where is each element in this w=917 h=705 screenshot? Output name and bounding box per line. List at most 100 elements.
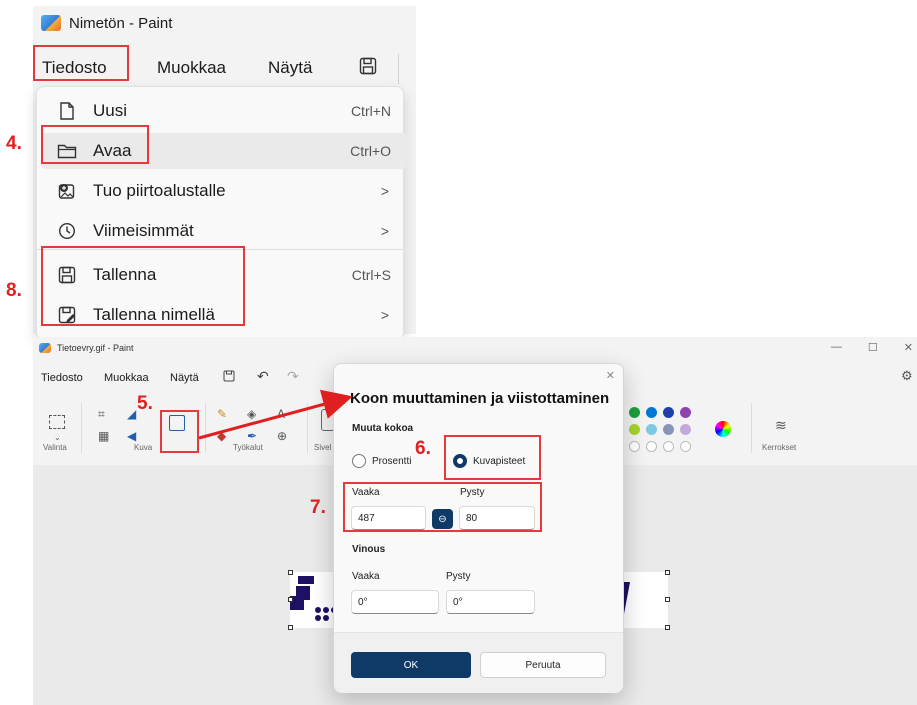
- highlight-avaa: [41, 125, 149, 164]
- text-icon[interactable]: A: [277, 407, 285, 421]
- paint-app-icon: [41, 15, 61, 31]
- clock-icon: [57, 221, 77, 241]
- pencil-icon[interactable]: ✎: [217, 407, 227, 421]
- ribbon-divider: [751, 403, 752, 453]
- highlight-tallenna: [41, 246, 245, 326]
- save-icon[interactable]: [223, 370, 235, 385]
- palette-color[interactable]: [680, 407, 691, 418]
- title-bar: Tietoevry.gif - Paint: [39, 343, 134, 353]
- step-number-4: 4.: [6, 133, 22, 154]
- menu-item-label: Viimeisimmät: [93, 221, 194, 240]
- close-icon[interactable]: ✕: [606, 369, 615, 382]
- shortcut-label: Ctrl+O: [350, 143, 391, 159]
- dialog-title: Koon muuttaminen ja viistottaminen: [350, 390, 610, 407]
- magnifier-icon[interactable]: ⊕: [277, 429, 287, 443]
- window-controls: — ☐ ✕: [831, 341, 913, 354]
- menu-item-label: Uusi: [93, 101, 128, 120]
- skew-vertical-input[interactable]: 0°: [446, 590, 535, 614]
- highlight-kuvapisteet: [444, 435, 541, 480]
- resize-handle[interactable]: [288, 625, 293, 630]
- title-bar: Nimetön - Paint: [41, 12, 172, 34]
- skew-vertical-label: Pysty: [446, 571, 471, 582]
- palette-color[interactable]: [663, 407, 674, 418]
- group-label-sivel: Sivel: [314, 443, 332, 452]
- select-all-icon[interactable]: ▦: [98, 429, 109, 443]
- crop-icon[interactable]: ⌗: [98, 407, 105, 422]
- ok-button[interactable]: OK: [351, 652, 471, 678]
- settings-gear-icon[interactable]: ⚙: [901, 368, 913, 384]
- menu-item-viimeisimmat[interactable]: Viimeisimmät >: [41, 213, 407, 249]
- shortcut-label: Ctrl+N: [350, 103, 391, 119]
- undo-icon[interactable]: ↶: [257, 368, 269, 385]
- selection-icon[interactable]: [49, 415, 65, 429]
- close-button[interactable]: ✕: [904, 341, 913, 354]
- step-number-7: 7.: [310, 497, 326, 518]
- toolbar-divider: [398, 54, 399, 84]
- menu-nayta[interactable]: Näytä: [170, 372, 199, 384]
- chevron-down-icon[interactable]: ⌄: [54, 433, 61, 442]
- ribbon-divider: [81, 403, 82, 453]
- highlight-size-inputs: [343, 482, 542, 532]
- eraser-icon[interactable]: ◆: [217, 429, 226, 443]
- menu-muokkaa[interactable]: Muokkaa: [157, 58, 226, 78]
- resize-handle[interactable]: [665, 597, 670, 602]
- resize-section-heading: Muuta kokoa: [352, 423, 414, 434]
- chevron-right-icon: >: [380, 183, 389, 199]
- color-picker-icon[interactable]: ✒: [247, 429, 257, 443]
- group-label-tyokalut: Työkalut: [233, 443, 263, 452]
- fill-bucket-icon[interactable]: ◈: [247, 407, 256, 421]
- menu-nayta[interactable]: Näytä: [268, 58, 312, 78]
- palette-color[interactable]: [646, 424, 657, 435]
- palette-color[interactable]: [629, 424, 640, 435]
- resize-handle[interactable]: [665, 625, 670, 630]
- dialog-footer: OK Peruuta: [334, 632, 623, 693]
- step-number-6: 6.: [415, 438, 431, 459]
- paint-app-icon: [39, 343, 51, 353]
- save-icon[interactable]: [358, 56, 380, 78]
- menu-tiedosto[interactable]: Tiedosto: [41, 372, 83, 384]
- group-label-kuva: Kuva: [134, 443, 153, 452]
- palette-empty-slot[interactable]: [646, 441, 657, 452]
- ribbon-divider: [307, 403, 308, 453]
- cancel-button[interactable]: Peruuta: [480, 652, 606, 678]
- shortcut-label: Ctrl+S: [351, 267, 391, 283]
- redo-icon[interactable]: ↷: [287, 368, 299, 385]
- new-file-icon: [57, 101, 77, 121]
- menu-muokkaa[interactable]: Muokkaa: [104, 372, 149, 384]
- skew-horizontal-label: Vaaka: [352, 571, 380, 582]
- palette-color[interactable]: [680, 424, 691, 435]
- resize-handle[interactable]: [665, 570, 670, 575]
- palette-empty-slot[interactable]: [663, 441, 674, 452]
- percent-radio[interactable]: [352, 454, 366, 468]
- resize-handle[interactable]: [288, 570, 293, 575]
- highlight-tiedosto: [33, 45, 129, 81]
- percent-radio-label: Prosentti: [372, 456, 412, 467]
- skew-section-heading: Vinous: [352, 544, 386, 555]
- menu-item-label: Tuo piirtoalustalle: [93, 181, 226, 200]
- resize-handle[interactable]: [288, 597, 293, 602]
- group-label-valinta: Valinta: [43, 443, 67, 452]
- import-image-icon: [57, 181, 77, 201]
- window-title: Tietoevry.gif - Paint: [57, 343, 134, 353]
- palette-color[interactable]: [663, 424, 674, 435]
- skew-horizontal-input[interactable]: 0°: [351, 590, 439, 614]
- layers-icon[interactable]: ≋: [775, 417, 787, 434]
- minimize-button[interactable]: —: [831, 341, 842, 354]
- maximize-button[interactable]: ☐: [868, 341, 878, 354]
- group-label-kerrokset: Kerrokset: [762, 443, 797, 452]
- color-wheel-icon[interactable]: [715, 421, 731, 437]
- flip-icon[interactable]: ◀: [127, 429, 136, 443]
- step-number-5: 5.: [137, 393, 153, 414]
- palette-color[interactable]: [646, 407, 657, 418]
- menu-item-uusi[interactable]: Uusi Ctrl+N: [41, 93, 407, 129]
- step-number-8: 8.: [6, 280, 22, 301]
- chevron-right-icon: >: [380, 307, 389, 323]
- rotate-icon[interactable]: ◢: [127, 407, 136, 421]
- ribbon-divider: [205, 403, 206, 453]
- palette-empty-slot[interactable]: [680, 441, 691, 452]
- window-title: Nimetön - Paint: [69, 14, 173, 32]
- palette-color[interactable]: [629, 407, 640, 418]
- menu-item-tuo-piirtoalustalle[interactable]: Tuo piirtoalustalle >: [41, 173, 407, 209]
- highlight-resize-button: [160, 410, 199, 453]
- palette-empty-slot[interactable]: [629, 441, 640, 452]
